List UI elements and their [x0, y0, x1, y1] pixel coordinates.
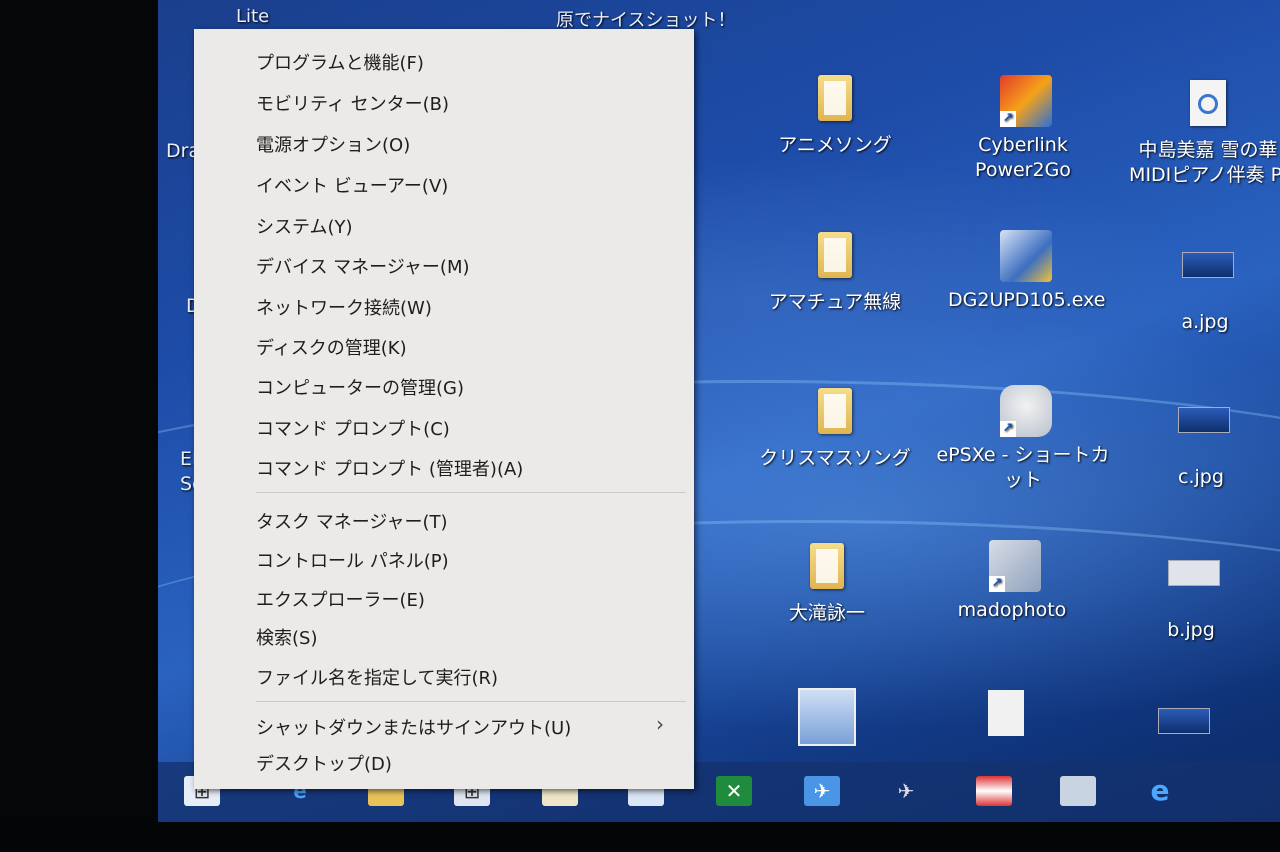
desktop-icon-christmas-song[interactable]: クリスマスソング: [755, 388, 915, 471]
menu-item-control-panel[interactable]: コントロール パネル(P): [256, 547, 449, 573]
menu-item-desktop[interactable]: デスクトップ(D): [256, 750, 392, 776]
image-icon: [1182, 252, 1234, 302]
desktop-icon-c-jpg[interactable]: c.jpg: [1126, 395, 1276, 490]
menu-item-command-prompt-admin[interactable]: コマンド プロンプト (管理者)(A): [256, 455, 523, 481]
desktop-icon-label: 中島美嘉 雪の華 MIDIピアノ伴奏 Pi: [1129, 139, 1280, 186]
menu-item-computer-management[interactable]: コンピューターの管理(G): [256, 374, 464, 400]
desktop-icon-label: ePSXe - ショートカット: [936, 444, 1110, 491]
desktop-icon-anime-song[interactable]: アニメソング: [760, 75, 910, 158]
desktop-icon-label: DG2UPD105.exe: [948, 289, 1106, 311]
menu-item-shutdown-signout[interactable]: シャットダウンまたはサインアウト(U): [256, 714, 571, 740]
audio-file-icon: [1185, 80, 1231, 130]
folder-icon: [812, 75, 858, 125]
image-icon[interactable]: [1158, 708, 1210, 734]
chevron-right-icon: ›: [656, 712, 664, 736]
text-file-icon[interactable]: [988, 690, 1024, 736]
menu-item-network-connections[interactable]: ネットワーク接続(W): [256, 294, 432, 320]
monitor-bezel: [0, 822, 1280, 852]
video-thumbnail-icon[interactable]: [798, 688, 856, 746]
desktop-icon-label: a.jpg: [1181, 311, 1229, 333]
menu-item-programs-features[interactable]: プログラムと機能(F): [256, 49, 424, 75]
desktop-icon-label: madophoto: [957, 599, 1067, 621]
gamepad-icon: ↗: [1000, 385, 1052, 437]
desktop-icon-midi[interactable]: 中島美嘉 雪の華 MIDIピアノ伴奏 Pi: [1128, 80, 1280, 188]
menu-separator: [256, 701, 686, 702]
menu-item-mobility-center[interactable]: モビリティ センター(B): [256, 90, 449, 116]
plane-icon[interactable]: ✈: [888, 776, 924, 806]
menu-item-system[interactable]: システム(Y): [256, 213, 353, 239]
ie-icon[interactable]: e: [1142, 776, 1178, 806]
menu-item-task-manager[interactable]: タスク マネージャー(T): [256, 508, 448, 534]
folder-icon: [804, 543, 850, 593]
menu-item-power-options[interactable]: 電源オプション(O): [256, 131, 410, 157]
image-icon: [1178, 407, 1230, 457]
menu-item-event-viewer[interactable]: イベント ビューアー(V): [256, 172, 448, 198]
desktop-icon-label: クリスマスソング: [759, 447, 911, 469]
flight-icon[interactable]: ✈: [804, 776, 840, 806]
desktop-icon-label: b.jpg: [1167, 619, 1215, 641]
menu-item-explorer[interactable]: エクスプローラー(E): [256, 586, 425, 612]
desktop-icon-label: アニメソング: [778, 134, 892, 156]
desktop-icon-power2go[interactable]: ↗ Cyberlink Power2Go: [948, 75, 1098, 183]
folder-icon: [812, 388, 858, 438]
desktop-icon-label: アマチュア無線: [768, 291, 902, 313]
menu-item-device-manager[interactable]: デバイス マネージャー(M): [256, 253, 470, 279]
desktop-label-partial: Lite: [236, 6, 270, 27]
menu-separator: [256, 492, 686, 493]
desktop-icon-amateur-radio[interactable]: アマチュア無線: [760, 232, 910, 315]
desktop-icon-a-jpg[interactable]: a.jpg: [1130, 240, 1280, 335]
window-icon[interactable]: [1060, 776, 1096, 806]
installer-icon: [1000, 230, 1052, 282]
desktop-icon-epsxe[interactable]: ↗ ePSXe - ショートカット: [928, 385, 1118, 493]
image-icon: [1168, 560, 1220, 610]
folder-icon: [812, 232, 858, 282]
power2go-icon: ↗: [1000, 75, 1052, 127]
desktop-icon-madophoto[interactable]: ↗ madophoto: [937, 540, 1087, 623]
menu-item-run[interactable]: ファイル名を指定して実行(R): [256, 664, 498, 690]
desktop-icon-b-jpg[interactable]: b.jpg: [1116, 548, 1266, 643]
menu-item-disk-management[interactable]: ディスクの管理(K): [256, 334, 407, 360]
flag-icon[interactable]: [976, 776, 1012, 806]
photos-icon: ↗: [989, 540, 1041, 592]
menu-item-search[interactable]: 検索(S): [256, 624, 317, 650]
desktop-icon-label: Cyberlink Power2Go: [975, 134, 1071, 181]
desktop-icon-ohtaki[interactable]: 大滝詠一: [752, 543, 902, 626]
menu-item-command-prompt[interactable]: コマンド プロンプト(C): [256, 415, 450, 441]
desktop-icon-label: c.jpg: [1178, 466, 1224, 488]
power-user-menu: プログラムと機能(F) モビリティ センター(B) 電源オプション(O) イベン…: [194, 29, 694, 789]
excel-icon[interactable]: ✕: [716, 776, 752, 806]
desktop-icon-dg2upd[interactable]: DG2UPD105.exe: [948, 230, 1106, 313]
desktop-icon-label: 大滝詠一: [788, 602, 865, 624]
